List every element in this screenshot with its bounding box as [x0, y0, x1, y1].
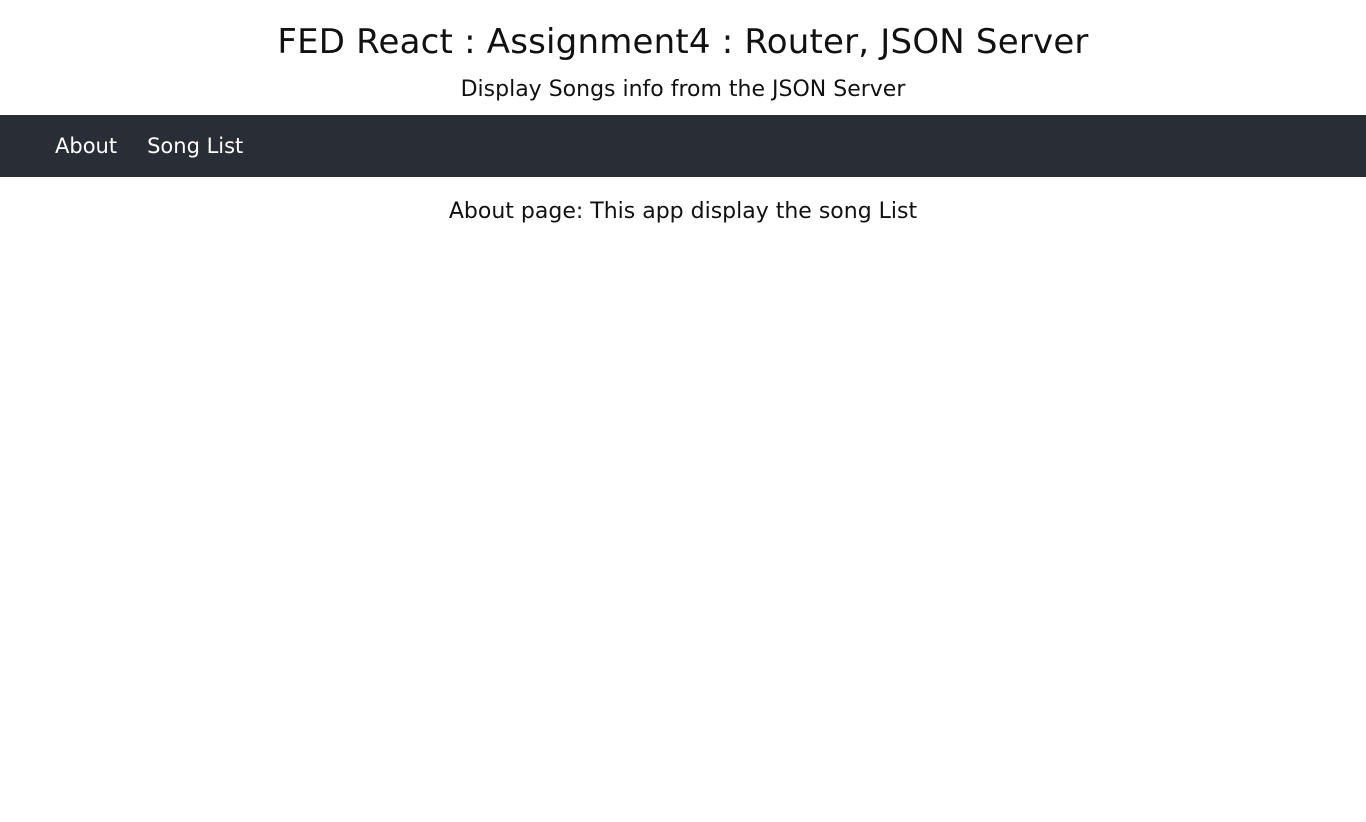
nav-link-song-list[interactable]: Song List: [147, 132, 243, 160]
page-title: FED React : Assignment4 : Router, JSON S…: [277, 22, 1089, 62]
app-page: FED React : Assignment4 : Router, JSON S…: [0, 0, 1366, 822]
nav-links: About Song List: [0, 132, 273, 160]
page-header: FED React : Assignment4 : Router, JSON S…: [0, 0, 1366, 110]
page-subtitle: Display Songs info from the JSON Server: [460, 77, 906, 102]
nav-link-about[interactable]: About: [55, 132, 117, 160]
main-navbar: About Song List: [0, 115, 1366, 177]
about-page-text: About page: This app display the song Li…: [448, 199, 918, 224]
main-content: About page: This app display the song Li…: [0, 194, 1366, 230]
